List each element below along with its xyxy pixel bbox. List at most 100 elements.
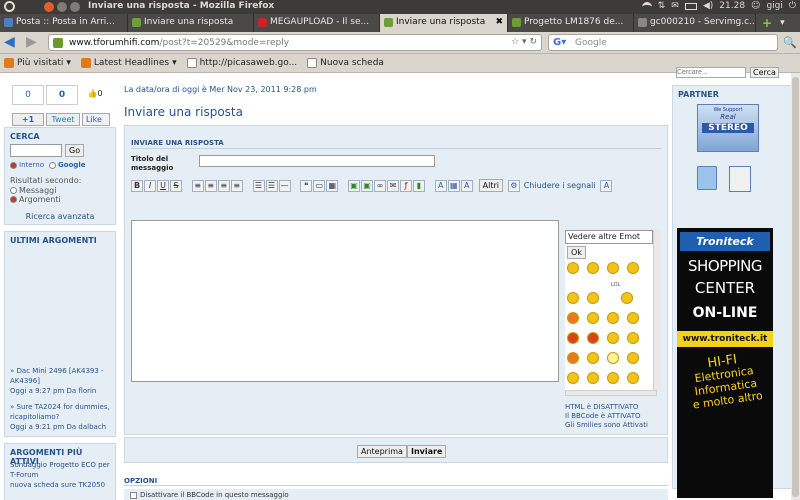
devil-icon[interactable]	[587, 332, 599, 344]
font-size-icon[interactable]: A	[434, 180, 447, 192]
bullet-list-icon[interactable]: ☰	[252, 180, 265, 192]
bookmark-latest-headlines[interactable]: Latest Headlines ▾	[80, 58, 177, 68]
emoticons-scrollbar[interactable]	[653, 230, 661, 390]
subject-input[interactable]	[199, 155, 435, 167]
settings-icon[interactable]: ⚙	[507, 180, 520, 192]
tab-6[interactable]: gc000210 - Servimg.c...	[634, 14, 756, 32]
grin-icon[interactable]	[587, 262, 599, 274]
clock[interactable]: 21.28	[719, 1, 745, 11]
ok-button[interactable]: Ok	[567, 246, 586, 259]
clap-icon[interactable]	[607, 372, 619, 384]
flash-icon[interactable]: ƒ	[400, 180, 412, 192]
cool-icon[interactable]	[587, 292, 599, 304]
emoticons-select[interactable]: Vedere altre Emot	[565, 230, 653, 244]
volume-icon[interactable]: ◀)	[703, 1, 713, 11]
top-search-input[interactable]	[676, 67, 746, 78]
font-face-icon[interactable]: A	[460, 180, 473, 192]
wifi-icon[interactable]	[641, 2, 652, 10]
preview-button[interactable]: Anteprima	[357, 445, 407, 458]
bookmark-new-tab[interactable]: Nuova scheda	[307, 58, 384, 68]
computer-clip-icon[interactable]	[697, 166, 717, 190]
align-right-icon[interactable]: ≡	[217, 180, 230, 192]
tab-1[interactable]: Posta :: Posta in Arri...	[0, 14, 128, 32]
stereo-banner[interactable]: We Support Real STEREO	[697, 104, 759, 152]
message-textarea[interactable]	[131, 220, 559, 382]
youtube-icon[interactable]: ▮	[413, 180, 425, 192]
radio-google[interactable]	[49, 161, 57, 169]
new-tab-icon[interactable]: +	[762, 16, 772, 30]
troniteck-ad[interactable]: Troniteck SHOPPING CENTER ON-LINE www.tr…	[677, 228, 773, 498]
justify-icon[interactable]: ≡	[230, 180, 243, 192]
radio-messages[interactable]	[10, 187, 17, 194]
hr-icon[interactable]: —	[278, 180, 291, 192]
align-center-icon[interactable]: ≡	[204, 180, 217, 192]
crazy-icon[interactable]	[567, 352, 579, 364]
smile-icon[interactable]	[567, 262, 579, 274]
idea-icon[interactable]	[607, 352, 619, 364]
font-color-icon[interactable]: ▦	[447, 180, 460, 192]
bold-button[interactable]: B	[131, 180, 143, 192]
close-tags-link[interactable]: Chiudere i segnali	[524, 181, 596, 190]
table-icon[interactable]: ▦	[326, 180, 339, 192]
active-topic-link[interactable]: nuova scheda sure TK2050	[10, 480, 114, 490]
bookmark-most-visited[interactable]: Più visitati ▾	[4, 58, 71, 68]
others-button[interactable]: Altri	[478, 179, 503, 192]
laugh-icon[interactable]	[627, 262, 639, 274]
submit-button[interactable]: Inviare	[407, 445, 447, 458]
user-icon[interactable]: ☺	[751, 1, 760, 11]
close-tab-icon[interactable]: ✖	[495, 17, 503, 27]
italic-button[interactable]: I	[144, 180, 156, 192]
ubuntu-logo-icon[interactable]	[4, 1, 15, 12]
sad-icon[interactable]	[607, 332, 619, 344]
lol-icon[interactable]: LOL	[611, 282, 620, 288]
dropdown-icon[interactable]: ▾	[522, 37, 527, 47]
maximize-window-icon[interactable]	[70, 2, 80, 12]
address-bar[interactable]: www.tforumhifi.com/post?t=20529&mode=rep…	[48, 34, 542, 51]
search-icon[interactable]: 🔍	[783, 36, 797, 49]
dizzy-icon[interactable]	[587, 352, 599, 364]
host-image-icon[interactable]: ▣	[361, 180, 373, 192]
search-box[interactable]: G▾ Google 🔍	[548, 34, 797, 51]
link-icon[interactable]: ∞	[374, 180, 386, 192]
mad-icon[interactable]	[567, 332, 579, 344]
strike-button[interactable]: S	[170, 180, 182, 192]
go-button[interactable]: Go	[65, 144, 85, 157]
confused-icon[interactable]	[567, 292, 579, 304]
updown-icon[interactable]: ⇅	[658, 1, 666, 11]
google-logo-icon[interactable]: G▾	[553, 37, 566, 48]
battery-icon[interactable]	[684, 2, 697, 10]
page-scrollbar[interactable]	[791, 73, 800, 500]
surprised-icon[interactable]	[627, 332, 639, 344]
disable-bbcode-checkbox[interactable]	[130, 492, 137, 499]
forward-arrow-icon[interactable]: ▶	[26, 35, 37, 49]
shock-icon[interactable]	[627, 372, 639, 384]
sidebar-search-input[interactable]	[10, 144, 62, 157]
cheers-icon[interactable]	[567, 372, 579, 384]
tab-list-icon[interactable]: ▾	[780, 18, 785, 28]
angry-icon[interactable]	[567, 312, 579, 324]
top-search-button[interactable]: Cerca	[750, 67, 779, 78]
thumbs-up-icon[interactable]	[627, 352, 639, 364]
emoticons-hscrollbar[interactable]	[565, 390, 657, 396]
tongue-icon[interactable]	[587, 312, 599, 324]
tab-5[interactable]: Progetto LM1876 de...	[508, 14, 634, 32]
radio-topics[interactable]	[10, 196, 17, 203]
email-icon[interactable]: ✉	[387, 180, 399, 192]
facebook-like-button[interactable]: Like	[82, 113, 110, 126]
latest-topic-link[interactable]: » Sure TA2024 for dummies, ricapitoliamo…	[10, 402, 114, 422]
reload-icon[interactable]: ↻	[529, 37, 537, 47]
happy-icon[interactable]	[607, 262, 619, 274]
advanced-search-link[interactable]: Ricerca avanzata	[5, 212, 115, 221]
minimize-window-icon[interactable]	[57, 2, 67, 12]
user-name[interactable]: gigi	[766, 1, 782, 11]
underline-button[interactable]: U	[157, 180, 169, 192]
latest-topic-link[interactable]: » Dac Mini 2496 [AK4393 - AK4396]	[10, 366, 114, 386]
tab-2[interactable]: Inviare una risposta	[128, 14, 254, 32]
active-topic-link[interactable]: Sondaggio Progetto ECO per T-Forum	[10, 460, 114, 480]
lol-face-icon[interactable]	[621, 292, 633, 304]
wink-icon[interactable]	[607, 312, 619, 324]
tower-clip-icon[interactable]	[729, 166, 751, 192]
tab-3[interactable]: MEGAUPLOAD - Il se...	[254, 14, 380, 32]
align-left-icon[interactable]: ≡	[191, 180, 204, 192]
google-plus-button[interactable]: +1	[12, 113, 44, 126]
